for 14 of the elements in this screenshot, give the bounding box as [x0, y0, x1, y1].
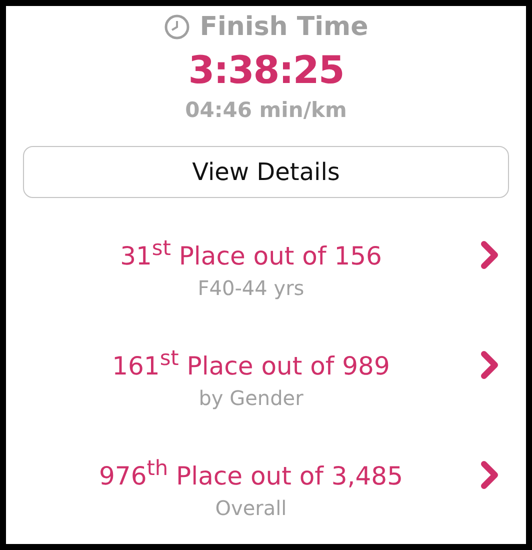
chevron-right-icon[interactable]	[480, 350, 500, 380]
place-text: 161$^{st}$ Place out of 989	[112, 346, 390, 380]
pace: 04:46 min/km	[185, 98, 347, 122]
category-text: Overall	[215, 496, 287, 520]
place-text: 31$^{st}$ Place out of 156	[120, 236, 382, 270]
chevron-right-icon[interactable]	[480, 460, 500, 490]
view-details-button[interactable]: View Details	[23, 146, 509, 198]
finish-time-title: Finish Time	[200, 12, 368, 42]
clock-icon	[164, 14, 190, 40]
place-text: 976$^{th}$ Place out of 3,485	[99, 456, 403, 490]
chevron-right-icon[interactable]	[480, 240, 500, 270]
category-text: F40-44 yrs	[198, 276, 304, 300]
finish-time: 3:38:25	[188, 48, 344, 92]
category-text: by Gender	[198, 386, 304, 410]
